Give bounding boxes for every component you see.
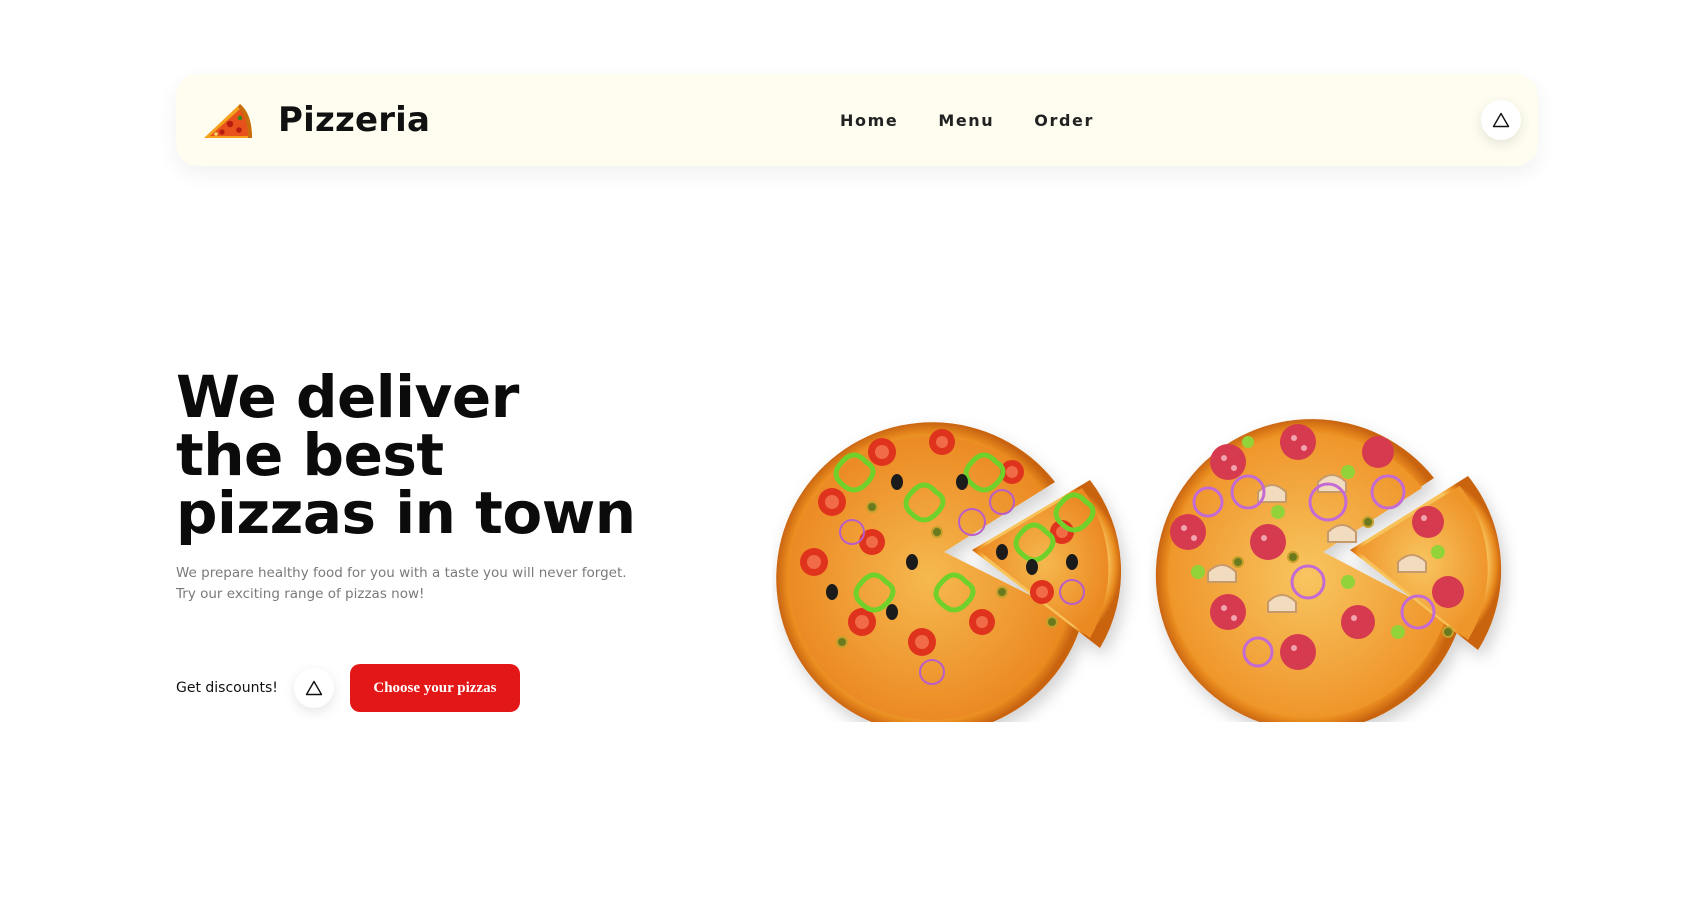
triangle-icon <box>1492 112 1510 128</box>
hero-title-line-1: We deliver <box>176 363 519 431</box>
choose-pizzas-button[interactable]: Choose your pizzas <box>349 664 520 712</box>
salami-pizza-image <box>1155 419 1502 722</box>
hero-description-line-1: We prepare healthy food for you with a t… <box>176 565 627 581</box>
navbar: Pizzeria Home Menu Order <box>176 74 1538 166</box>
nav-link-home[interactable]: Home <box>840 111 898 130</box>
pizza-slice-icon[interactable] <box>200 96 256 144</box>
cta-row: Get discounts! Choose your pizzas <box>176 664 520 712</box>
discount-button[interactable] <box>293 668 334 708</box>
vegetable-pizza-image <box>776 422 1122 722</box>
hero-title-line-2: the best <box>176 421 444 489</box>
hero-title: We deliver the best pizzas in town <box>176 368 696 542</box>
main-nav: Home Menu Order <box>840 74 1094 166</box>
nav-link-order[interactable]: Order <box>1034 111 1094 130</box>
brand-name[interactable]: Pizzeria <box>278 96 430 144</box>
nav-action-button[interactable] <box>1481 100 1521 140</box>
nav-link-menu[interactable]: Menu <box>938 111 994 130</box>
hero-description-line-2: Try our exciting range of pizzas now! <box>176 586 425 602</box>
triangle-icon <box>305 680 323 696</box>
discount-label: Get discounts! <box>176 680 278 696</box>
hero-title-line-3: pizzas in town <box>176 479 636 547</box>
hero-description: We prepare healthy food for you with a t… <box>176 563 676 605</box>
